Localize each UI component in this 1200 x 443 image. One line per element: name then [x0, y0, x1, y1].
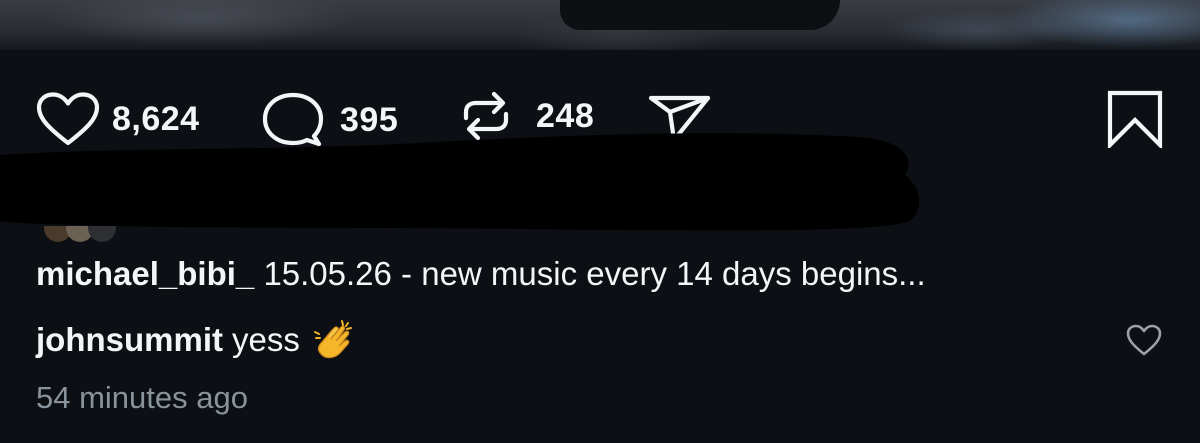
- avatar: [88, 226, 116, 242]
- post-timestamp: 54 minutes ago: [36, 380, 248, 415]
- clapping-hands-icon: [312, 318, 356, 362]
- bookmark-icon[interactable]: [1106, 90, 1164, 148]
- post-caption[interactable]: michael_bibi_ 15.05.26 - new music every…: [36, 255, 926, 293]
- caption-username[interactable]: michael_bibi_: [36, 255, 254, 292]
- post-image[interactable]: [0, 0, 1200, 50]
- comment-like-heart-icon[interactable]: [1125, 323, 1163, 362]
- image-shadow: [560, 0, 840, 30]
- caption-text[interactable]: 15.05.26 - new music every 14 days begin…: [263, 255, 925, 292]
- comment-item[interactable]: johnsummit yess: [36, 318, 356, 362]
- comment-username[interactable]: johnsummit: [36, 321, 223, 359]
- comment-text: yess: [232, 321, 300, 358]
- redaction-scribble: [0, 133, 920, 231]
- save-action[interactable]: [1106, 90, 1164, 148]
- liked-by-avatars[interactable]: [44, 226, 116, 242]
